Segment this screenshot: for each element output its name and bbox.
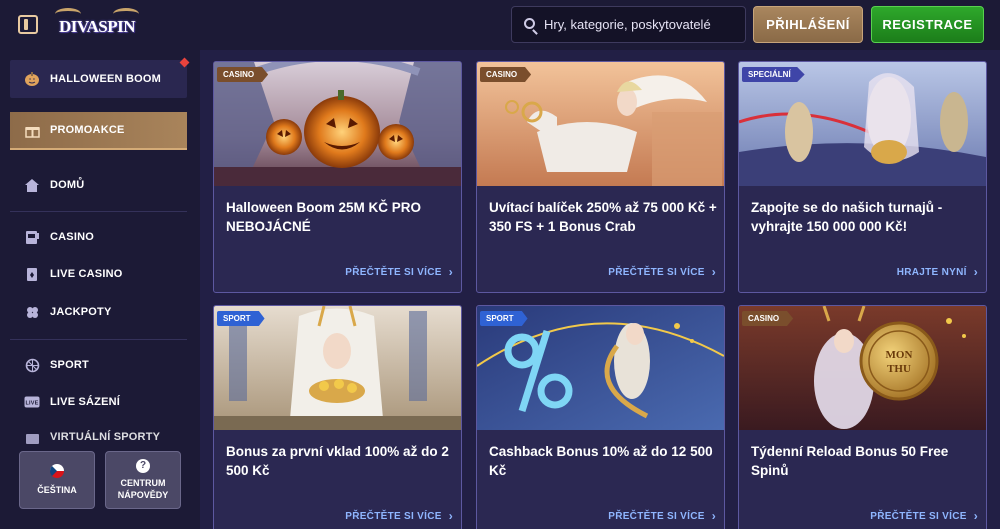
chevron-right-icon: › [448, 509, 453, 523]
clover-icon [24, 304, 40, 320]
chevron-right-icon: › [711, 509, 716, 523]
sidebar-item-halloween-boom[interactable]: HALLOWEEN BOOM [10, 60, 187, 98]
promo-card[interactable]: MON THU CASINO Týdenní Reload Bonus 50 F… [738, 305, 987, 529]
promo-card[interactable]: SPORT Bonus za první vklad 100% až do 2 … [213, 305, 462, 529]
sidebar-item-label: HALLOWEEN BOOM [50, 73, 161, 85]
read-more-link[interactable]: PŘEČTĚTE SI VÍCE › [608, 265, 716, 279]
sidebar: HALLOWEEN BOOM PROMOAKCE DOMŮ CASINO LIV… [0, 50, 200, 529]
read-more-link[interactable]: PŘEČTĚTE SI VÍCE › [345, 265, 453, 279]
card-title: Týdenní Reload Bonus 50 Free Spinů [751, 444, 949, 478]
category-tag: SPORT [480, 311, 528, 326]
chevron-right-icon: › [973, 265, 978, 279]
sidebar-item-home[interactable]: DOMŮ [10, 167, 187, 203]
read-more-label: PŘEČTĚTE SI VÍCE [345, 510, 442, 522]
read-more-label: PŘEČTĚTE SI VÍCE [608, 266, 705, 278]
login-button[interactable]: PŘIHLÁŠENÍ [753, 6, 863, 43]
category-tag: SPORT [217, 311, 265, 326]
category-tag: CASINO [742, 311, 794, 326]
chevron-right-icon: › [973, 509, 978, 523]
search-box[interactable] [511, 6, 746, 43]
sidebar-item-label: LIVE CASINO [50, 268, 123, 280]
sidebar-item-casino[interactable]: CASINO [10, 219, 187, 255]
register-button[interactable]: REGISTRACE [871, 6, 984, 43]
sidebar-item-virtual-sports[interactable]: VIRTUÁLNÍ SPORTY [10, 423, 187, 445]
read-more-link[interactable]: PŘEČTĚTE SI VÍCE › [608, 509, 716, 523]
read-more-label: PŘEČTĚTE SI VÍCE [870, 510, 967, 522]
play-now-label: HRAJTE NYNÍ [896, 266, 967, 278]
logo-text: DIVASPIN [59, 17, 136, 36]
coin-text-line1: MON [886, 349, 913, 361]
chevron-right-icon: › [448, 265, 453, 279]
home-icon [24, 177, 40, 193]
live-icon: LIVE [24, 394, 40, 410]
sidebar-item-promoakce[interactable]: PROMOAKCE [10, 112, 187, 150]
read-more-link[interactable]: PŘEČTĚTE SI VÍCE › [870, 509, 978, 523]
sidebar-item-live-betting[interactable]: LIVE LIVE SÁZENÍ [10, 384, 187, 420]
read-more-label: PŘEČTĚTE SI VÍCE [345, 266, 442, 278]
top-header: DIVASPIN PŘIHLÁŠENÍ REGISTRACE [0, 0, 1000, 50]
card-title: Bonus za první vklad 100% až do 2 500 Kč [226, 444, 449, 478]
site-logo[interactable]: DIVASPIN [55, 8, 141, 40]
promo-card[interactable]: SPORT Cashback Bonus 10% až do 12 500 Kč… [476, 305, 725, 529]
czech-flag-icon [50, 464, 64, 478]
sidebar-item-live-casino[interactable]: LIVE CASINO [10, 256, 187, 292]
sidebar-item-label: JACKPOTY [50, 306, 112, 318]
sidebar-item-label: DOMŮ [50, 179, 85, 191]
chevron-right-icon: › [711, 265, 716, 279]
help-icon: ? [136, 459, 150, 473]
gift-icon [24, 122, 40, 138]
svg-text:LIVE: LIVE [25, 401, 38, 407]
help-center-button[interactable]: ? CENTRUM NÁPOVĚDY [105, 451, 181, 509]
promo-card[interactable]: SPECIÁLNÍ Zapojte se do našich turnajů -… [738, 61, 987, 293]
card-title: Uvítací balíček 250% až 75 000 Kč + 350 … [489, 200, 717, 234]
category-tag: SPECIÁLNÍ [742, 67, 805, 82]
language-selector[interactable]: ČEŠTINA [19, 451, 95, 509]
category-tag: CASINO [480, 67, 532, 82]
sidebar-divider [10, 339, 187, 340]
sidebar-item-label: CASINO [50, 231, 94, 243]
sidebar-item-label: LIVE SÁZENÍ [50, 396, 121, 408]
cards-icon [24, 266, 40, 282]
search-input[interactable] [544, 7, 739, 42]
coin-text-line2: THU [887, 363, 911, 375]
virtual-sport-icon [24, 431, 40, 445]
help-label-line1: CENTRUM [120, 478, 166, 488]
card-title: Zapojte se do našich turnajů - vyhrajte … [751, 200, 943, 234]
sidebar-toggle-icon[interactable] [18, 15, 38, 34]
sidebar-item-jackpots[interactable]: JACKPOTY [10, 294, 187, 330]
search-icon [524, 18, 535, 29]
sidebar-item-label: PROMOAKCE [50, 124, 125, 136]
pumpkin-icon [24, 71, 40, 87]
sidebar-item-label: VIRTUÁLNÍ SPORTY [50, 431, 161, 443]
play-now-link[interactable]: HRAJTE NYNÍ › [897, 265, 978, 279]
slot-machine-icon [24, 229, 40, 245]
card-title: Cashback Bonus 10% až do 12 500 Kč [489, 444, 713, 478]
sidebar-divider [10, 211, 187, 212]
card-title: Halloween Boom 25M KČ PRO NEBOJÁCNÉ [226, 200, 422, 234]
sidebar-item-sport[interactable]: SPORT [10, 347, 187, 383]
read-more-label: PŘEČTĚTE SI VÍCE [608, 510, 705, 522]
promo-card[interactable]: CASINO Halloween Boom 25M KČ PRO NEBOJÁC… [213, 61, 462, 293]
category-tag: CASINO [217, 67, 269, 82]
sidebar-item-label: SPORT [50, 359, 89, 371]
read-more-link[interactable]: PŘEČTĚTE SI VÍCE › [345, 509, 453, 523]
help-label-line2: NÁPOVĚDY [117, 490, 169, 500]
promo-card[interactable]: CASINO Uvítací balíček 250% až 75 000 Kč… [476, 61, 725, 293]
language-label: ČEŠTINA [37, 485, 77, 495]
ball-icon [24, 357, 40, 373]
